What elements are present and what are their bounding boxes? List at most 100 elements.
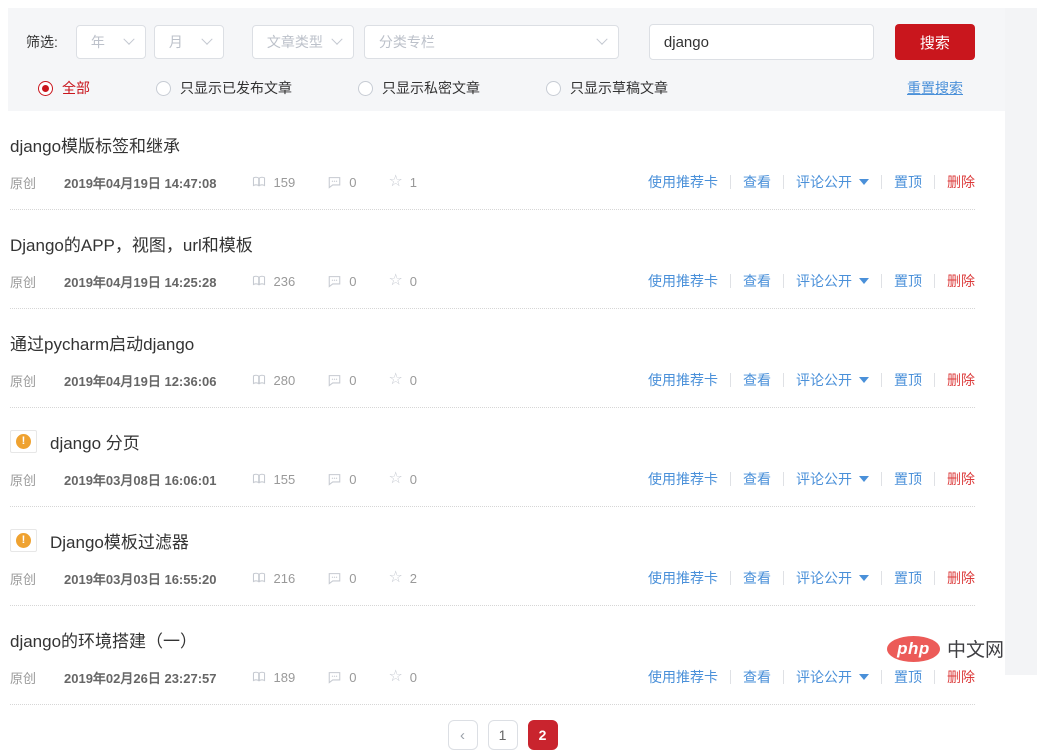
article-date: 2019年04月19日 14:25:28 [64,272,217,291]
caret-down-icon [859,179,869,185]
reset-search-link[interactable]: 重置搜索 [907,78,963,98]
read-count: 155 [251,472,296,487]
divider [783,175,784,189]
read-count: 159 [251,175,296,190]
article-meta-line: 原创2019年04月19日 12:36:062800☆0使用推荐卡查看评论公开置… [10,370,975,390]
origin-badge: 原创 [10,668,36,687]
pin-top-link[interactable]: 置顶 [894,667,922,687]
pagination-page-2-button[interactable]: 2 [528,720,558,750]
view-link[interactable]: 查看 [743,568,771,588]
delete-link[interactable]: 删除 [947,172,975,192]
divider [730,274,731,288]
article-title-link[interactable]: Django模板过滤器 [50,528,189,553]
divider [881,571,882,585]
divider [881,274,882,288]
pin-top-link[interactable]: 置顶 [894,568,922,588]
view-link[interactable]: 查看 [743,172,771,192]
divider [783,472,784,486]
radio-private-only[interactable]: 只显示私密文章 [358,78,480,98]
search-button[interactable]: 搜索 [895,24,975,60]
use-recommend-card-link[interactable]: 使用推荐卡 [648,370,718,390]
use-recommend-card-link[interactable]: 使用推荐卡 [648,667,718,687]
year-select[interactable]: 年 [76,25,146,59]
radio-draft-only[interactable]: 只显示草稿文章 [546,78,668,98]
book-icon [251,373,267,387]
divider [881,670,882,684]
article-title-link[interactable]: django的环境搭建（一） [10,627,197,652]
book-icon [251,571,267,585]
use-recommend-card-link[interactable]: 使用推荐卡 [648,469,718,489]
article-title-line: ! django 分页 [10,429,975,454]
php-logo-icon: php [887,636,940,662]
warning-icon: ! [16,533,31,548]
pin-top-link[interactable]: 置顶 [894,469,922,489]
delete-link[interactable]: 删除 [947,667,975,687]
pin-top-link[interactable]: 置顶 [894,370,922,390]
read-count: 189 [251,670,296,685]
scrollbar-track[interactable] [1005,8,1037,675]
star-icon: ☆ [388,472,402,486]
pagination-page-1-button[interactable]: 1 [488,720,518,750]
pin-top-link[interactable]: 置顶 [894,271,922,291]
pin-top-link[interactable]: 置顶 [894,172,922,192]
star-count: ☆0 [388,373,417,388]
article-title-link[interactable]: django模版标签和继承 [10,132,180,157]
article-title-link[interactable]: Django的APP，视图，url和模板 [10,231,253,256]
comment-visibility-dropdown[interactable]: 评论公开 [796,667,869,687]
article-title-link[interactable]: 通过pycharm启动django [10,330,194,355]
search-input[interactable] [649,24,874,60]
radio-all[interactable]: 全部 [38,78,90,98]
article-meta-line: 原创2019年04月19日 14:47:081590☆1使用推荐卡查看评论公开置… [10,172,975,192]
radio-icon [358,81,373,96]
month-select[interactable]: 月 [154,25,224,59]
book-icon [251,274,267,288]
article-meta-line: 原创2019年03月03日 16:55:202160☆2使用推荐卡查看评论公开置… [10,568,975,588]
article-type-select[interactable]: 文章类型 [252,25,354,59]
pagination: ‹ 1 2 [0,720,1005,750]
radio-published-only[interactable]: 只显示已发布文章 [156,78,292,98]
comment-visibility-dropdown[interactable]: 评论公开 [796,172,869,192]
radio-filter-row: 全部 只显示已发布文章 只显示私密文章 只显示草稿文章 重置搜索 [26,78,1005,98]
view-link[interactable]: 查看 [743,271,771,291]
view-link[interactable]: 查看 [743,667,771,687]
comment-visibility-dropdown[interactable]: 评论公开 [796,370,869,390]
delete-link[interactable]: 删除 [947,370,975,390]
delete-link[interactable]: 删除 [947,271,975,291]
comment-bubble-icon [327,472,342,486]
article-manager-page: 筛选: 年 月 文章类型 分类专栏 搜索 全部 [0,8,1005,750]
use-recommend-card-link[interactable]: 使用推荐卡 [648,568,718,588]
origin-badge: 原创 [10,272,36,291]
comment-visibility-dropdown[interactable]: 评论公开 [796,469,869,489]
category-column-placeholder: 分类专栏 [379,32,435,52]
divider [730,373,731,387]
use-recommend-card-link[interactable]: 使用推荐卡 [648,172,718,192]
article-row: 通过pycharm启动django原创2019年04月19日 12:36:062… [10,309,975,408]
delete-link[interactable]: 删除 [947,568,975,588]
view-link[interactable]: 查看 [743,370,771,390]
article-meta-line: 原创2019年02月26日 23:27:571890☆0使用推荐卡查看评论公开置… [10,667,975,687]
view-link[interactable]: 查看 [743,469,771,489]
article-title-link[interactable]: django 分页 [50,429,140,454]
radio-icon [156,81,171,96]
article-list: django模版标签和继承原创 2019年04月19日 14:47:08 159 0 ☆… [0,111,1005,705]
pagination-prev-button[interactable]: ‹ [448,720,478,750]
delete-link[interactable]: 删除 [947,469,975,489]
article-title-line: django模版标签和继承 [10,132,975,157]
article-title-line: ! Django模板过滤器 [10,528,975,553]
star-count: ☆0 [388,472,417,487]
filter-row: 筛选: 年 月 文章类型 分类专栏 搜索 [26,24,1005,60]
comment-visibility-dropdown[interactable]: 评论公开 [796,271,869,291]
use-recommend-card-link[interactable]: 使用推荐卡 [648,271,718,291]
warning-icon: ! [16,434,31,449]
draft-warning-badge: ! [10,430,37,453]
category-column-select[interactable]: 分类专栏 [364,25,619,59]
article-date: 2019年04月19日 14:47:08 [64,173,217,192]
comment-bubble-icon [327,571,342,585]
article-date: 2019年03月03日 16:55:20 [64,569,217,588]
article-title-line: 通过pycharm启动django [10,330,975,355]
comment-visibility-dropdown[interactable]: 评论公开 [796,568,869,588]
article-row: !django 分页原创2019年03月08日 16:06:011550☆0使用… [10,408,975,507]
article-title-line: django的环境搭建（一） [10,627,975,652]
comment-count: 0 [327,175,356,190]
year-select-placeholder: 年 [91,32,105,52]
